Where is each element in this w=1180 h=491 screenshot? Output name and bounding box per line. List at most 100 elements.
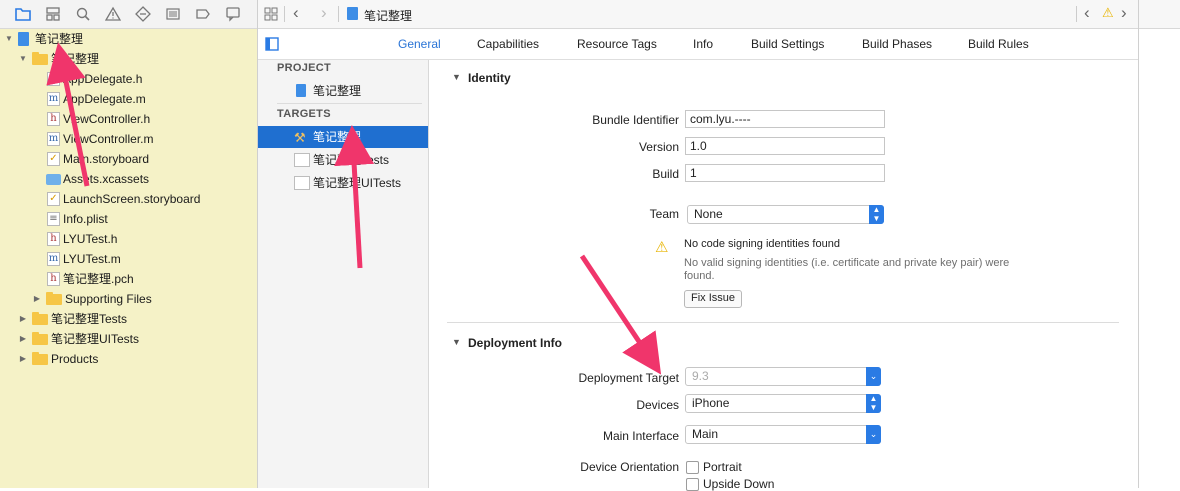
target-item-tests[interactable]: 笔记整理Tests [258, 149, 428, 171]
project-file-icon [347, 7, 358, 20]
tree-folder[interactable]: ▼ 笔记整理 [0, 49, 257, 69]
test-diamond-icon[interactable] [135, 6, 151, 22]
app-target-icon: ⚒ [294, 130, 306, 145]
tree-file[interactable]: m AppDelegate.m [0, 89, 257, 109]
tab-build-settings[interactable]: Build Settings [751, 37, 824, 51]
warning-icon[interactable] [105, 6, 121, 22]
storyboard-file-icon: ✓ [47, 152, 60, 166]
tree-item-label: ViewController.h [63, 112, 151, 126]
previous-issue-icon[interactable]: ‹ [1084, 3, 1090, 23]
team-label: Team [649, 207, 679, 221]
target-item-uitests[interactable]: 笔记整理UITests [258, 172, 428, 194]
version-label: Version [638, 140, 679, 154]
tree-folder[interactable]: ▶ Supporting Files [0, 289, 257, 309]
deployment-target-value: 9.3 [692, 369, 709, 383]
plist-file-icon: ≡ [47, 212, 60, 226]
fix-issue-button[interactable]: Fix Issue [684, 290, 743, 308]
deployment-target-label: Deployment Target [578, 371, 680, 385]
tree-file[interactable]: m LYUTest.m [0, 249, 257, 269]
back-icon[interactable]: ‹ [293, 3, 299, 23]
tree-item-label: LaunchScreen.storyboard [63, 192, 201, 206]
upside-down-checkbox[interactable] [686, 478, 699, 491]
tree-file[interactable]: ≡ Info.plist [0, 209, 257, 229]
tree-item-label: 笔记整理 [51, 52, 100, 66]
m-file-icon: m [47, 252, 60, 266]
warning-icon: ⚠ [655, 239, 669, 256]
project-navigator: ▼ 笔记整理 ▼ 笔记整理 h AppDelegate.h m AppDelegate.m h V… [0, 0, 258, 488]
disclosure-open-icon[interactable]: ▼ [452, 72, 461, 82]
tab-build-phases[interactable]: Build Phases [862, 37, 932, 51]
project-item[interactable]: 笔记整理 [258, 80, 428, 102]
target-item-app[interactable]: ⚒ 笔记整理 [258, 126, 428, 148]
general-settings: ▼ Identity Bundle Identifier com.lyu.---… [429, 60, 1138, 491]
tree-item-label: 笔记整理Tests [51, 312, 128, 326]
comment-icon[interactable] [225, 6, 241, 22]
tab-resource-tags[interactable]: Resource Tags [577, 37, 657, 51]
build-field[interactable]: 1 [685, 164, 885, 182]
disclosure-closed-icon[interactable]: ▶ [32, 289, 42, 309]
tree-item-label: 笔记整理UITests [51, 332, 140, 346]
disclosure-open-icon[interactable]: ▼ [4, 29, 14, 49]
tree-folder[interactable]: ▶ 笔记整理UITests [0, 329, 257, 349]
tree-item-label: 笔记整理.pch [63, 272, 134, 286]
tab-general[interactable]: General [398, 37, 441, 51]
folder-icon [46, 292, 62, 305]
sidebar-toggle-icon[interactable] [265, 37, 279, 51]
device-orientation-label: Device Orientation [580, 460, 679, 474]
tree-folder[interactable]: ▶ 笔记整理Tests [0, 309, 257, 329]
devices-popup[interactable]: iPhone ▲ ▼ [685, 394, 881, 413]
folder-icon[interactable] [15, 6, 31, 22]
disclosure-closed-icon[interactable]: ▶ [18, 309, 28, 329]
tree-file[interactable]: Assets.xcassets [0, 169, 257, 189]
team-popup[interactable]: None ▲ ▼ [687, 205, 884, 224]
tree-file[interactable]: h ViewController.h [0, 109, 257, 129]
chevron-down-icon: ⌄ [866, 425, 881, 444]
tab-info[interactable]: Info [693, 37, 713, 51]
version-field[interactable]: 1.0 [685, 137, 885, 155]
tree-item-label: 笔记整理 [35, 32, 84, 46]
disclosure-open-icon[interactable]: ▼ [452, 337, 461, 347]
project-file-icon [296, 84, 306, 97]
tree-file[interactable]: ✓ LaunchScreen.storyboard [0, 189, 257, 209]
h-file-icon: h [47, 232, 60, 246]
chevron-down-icon: ⌄ [866, 367, 881, 386]
tab-build-rules[interactable]: Build Rules [968, 37, 1029, 51]
warning-badge-icon[interactable]: ⚠ [1102, 5, 1114, 21]
main-interface-label: Main Interface [602, 429, 679, 443]
list-icon[interactable] [165, 6, 181, 22]
hierarchy-icon[interactable] [45, 6, 61, 22]
disclosure-closed-icon[interactable]: ▶ [18, 349, 28, 369]
tree-file[interactable]: ✓ Main.storyboard [0, 149, 257, 169]
deployment-target-popup[interactable]: 9.3 ⌄ [685, 367, 881, 386]
tree-file[interactable]: h 笔记整理.pch [0, 269, 257, 289]
main-interface-value: Main [692, 427, 719, 441]
next-issue-icon[interactable]: › [1121, 3, 1127, 23]
h-file-icon: h [47, 72, 60, 86]
m-file-icon: m [47, 92, 60, 106]
main-interface-combo[interactable]: Main ⌄ [685, 425, 881, 444]
project-section-header: PROJECT [277, 62, 332, 74]
warning-title: No code signing identities found [684, 238, 840, 250]
tab-capabilities[interactable]: Capabilities [477, 37, 539, 51]
tree-folder[interactable]: ▶ Products [0, 349, 257, 369]
tree-file[interactable]: h LYUTest.h [0, 229, 257, 249]
target-item-label: 笔记整理UITests [313, 176, 402, 190]
folder-icon [32, 352, 48, 365]
tree-file[interactable]: h AppDelegate.h [0, 69, 257, 89]
h-file-icon: h [47, 272, 60, 286]
portrait-checkbox[interactable] [686, 461, 699, 474]
tree-project[interactable]: ▼ 笔记整理 [0, 29, 257, 49]
disclosure-closed-icon[interactable]: ▶ [18, 329, 28, 349]
bundle-identifier-field[interactable]: com.lyu.---- [685, 110, 885, 128]
project-targets-list: PROJECT 笔记整理 TARGETS ⚒ 笔记整理 笔记整理Tests 笔记… [258, 60, 429, 488]
disclosure-open-icon[interactable]: ▼ [18, 49, 28, 69]
related-items-grid-icon[interactable] [264, 7, 278, 21]
navigator-toolbar [0, 0, 257, 29]
forward-icon[interactable]: › [321, 3, 327, 23]
search-icon[interactable] [75, 6, 91, 22]
jump-bar-title[interactable]: 笔记整理 [364, 7, 412, 24]
tree-file[interactable]: m ViewController.m [0, 129, 257, 149]
folder-icon [32, 332, 48, 345]
breakpoint-icon[interactable] [195, 6, 211, 22]
storyboard-file-icon: ✓ [47, 192, 60, 206]
